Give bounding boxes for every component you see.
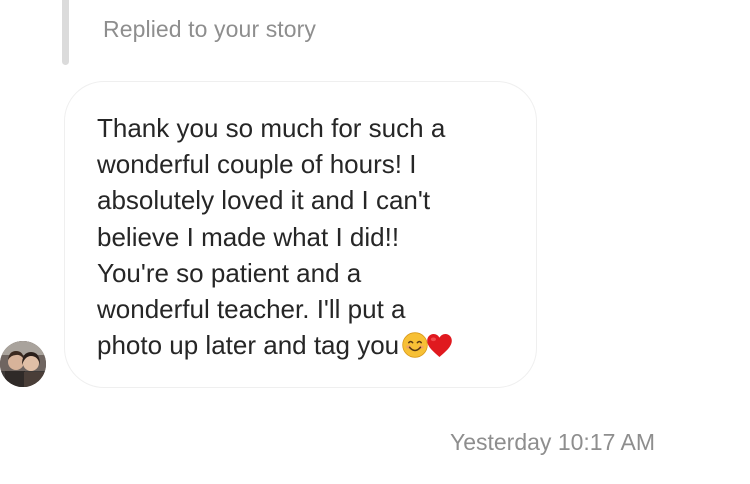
message-timestamp: Yesterday 10:17 AM <box>449 429 655 455</box>
message-text: Thank you so much for such a wonderful c… <box>97 110 527 363</box>
sender-avatar[interactable] <box>0 341 46 387</box>
story-reply-indicator-bar <box>62 0 69 65</box>
avatar-photo <box>0 341 46 387</box>
message-emojis <box>402 332 453 358</box>
story-reply-label[interactable]: Replied to your story <box>103 16 316 43</box>
smiling-face-icon <box>402 332 428 358</box>
message-body: Thank you so much for such a wonderful c… <box>97 113 446 361</box>
red-heart-icon <box>427 333 452 357</box>
